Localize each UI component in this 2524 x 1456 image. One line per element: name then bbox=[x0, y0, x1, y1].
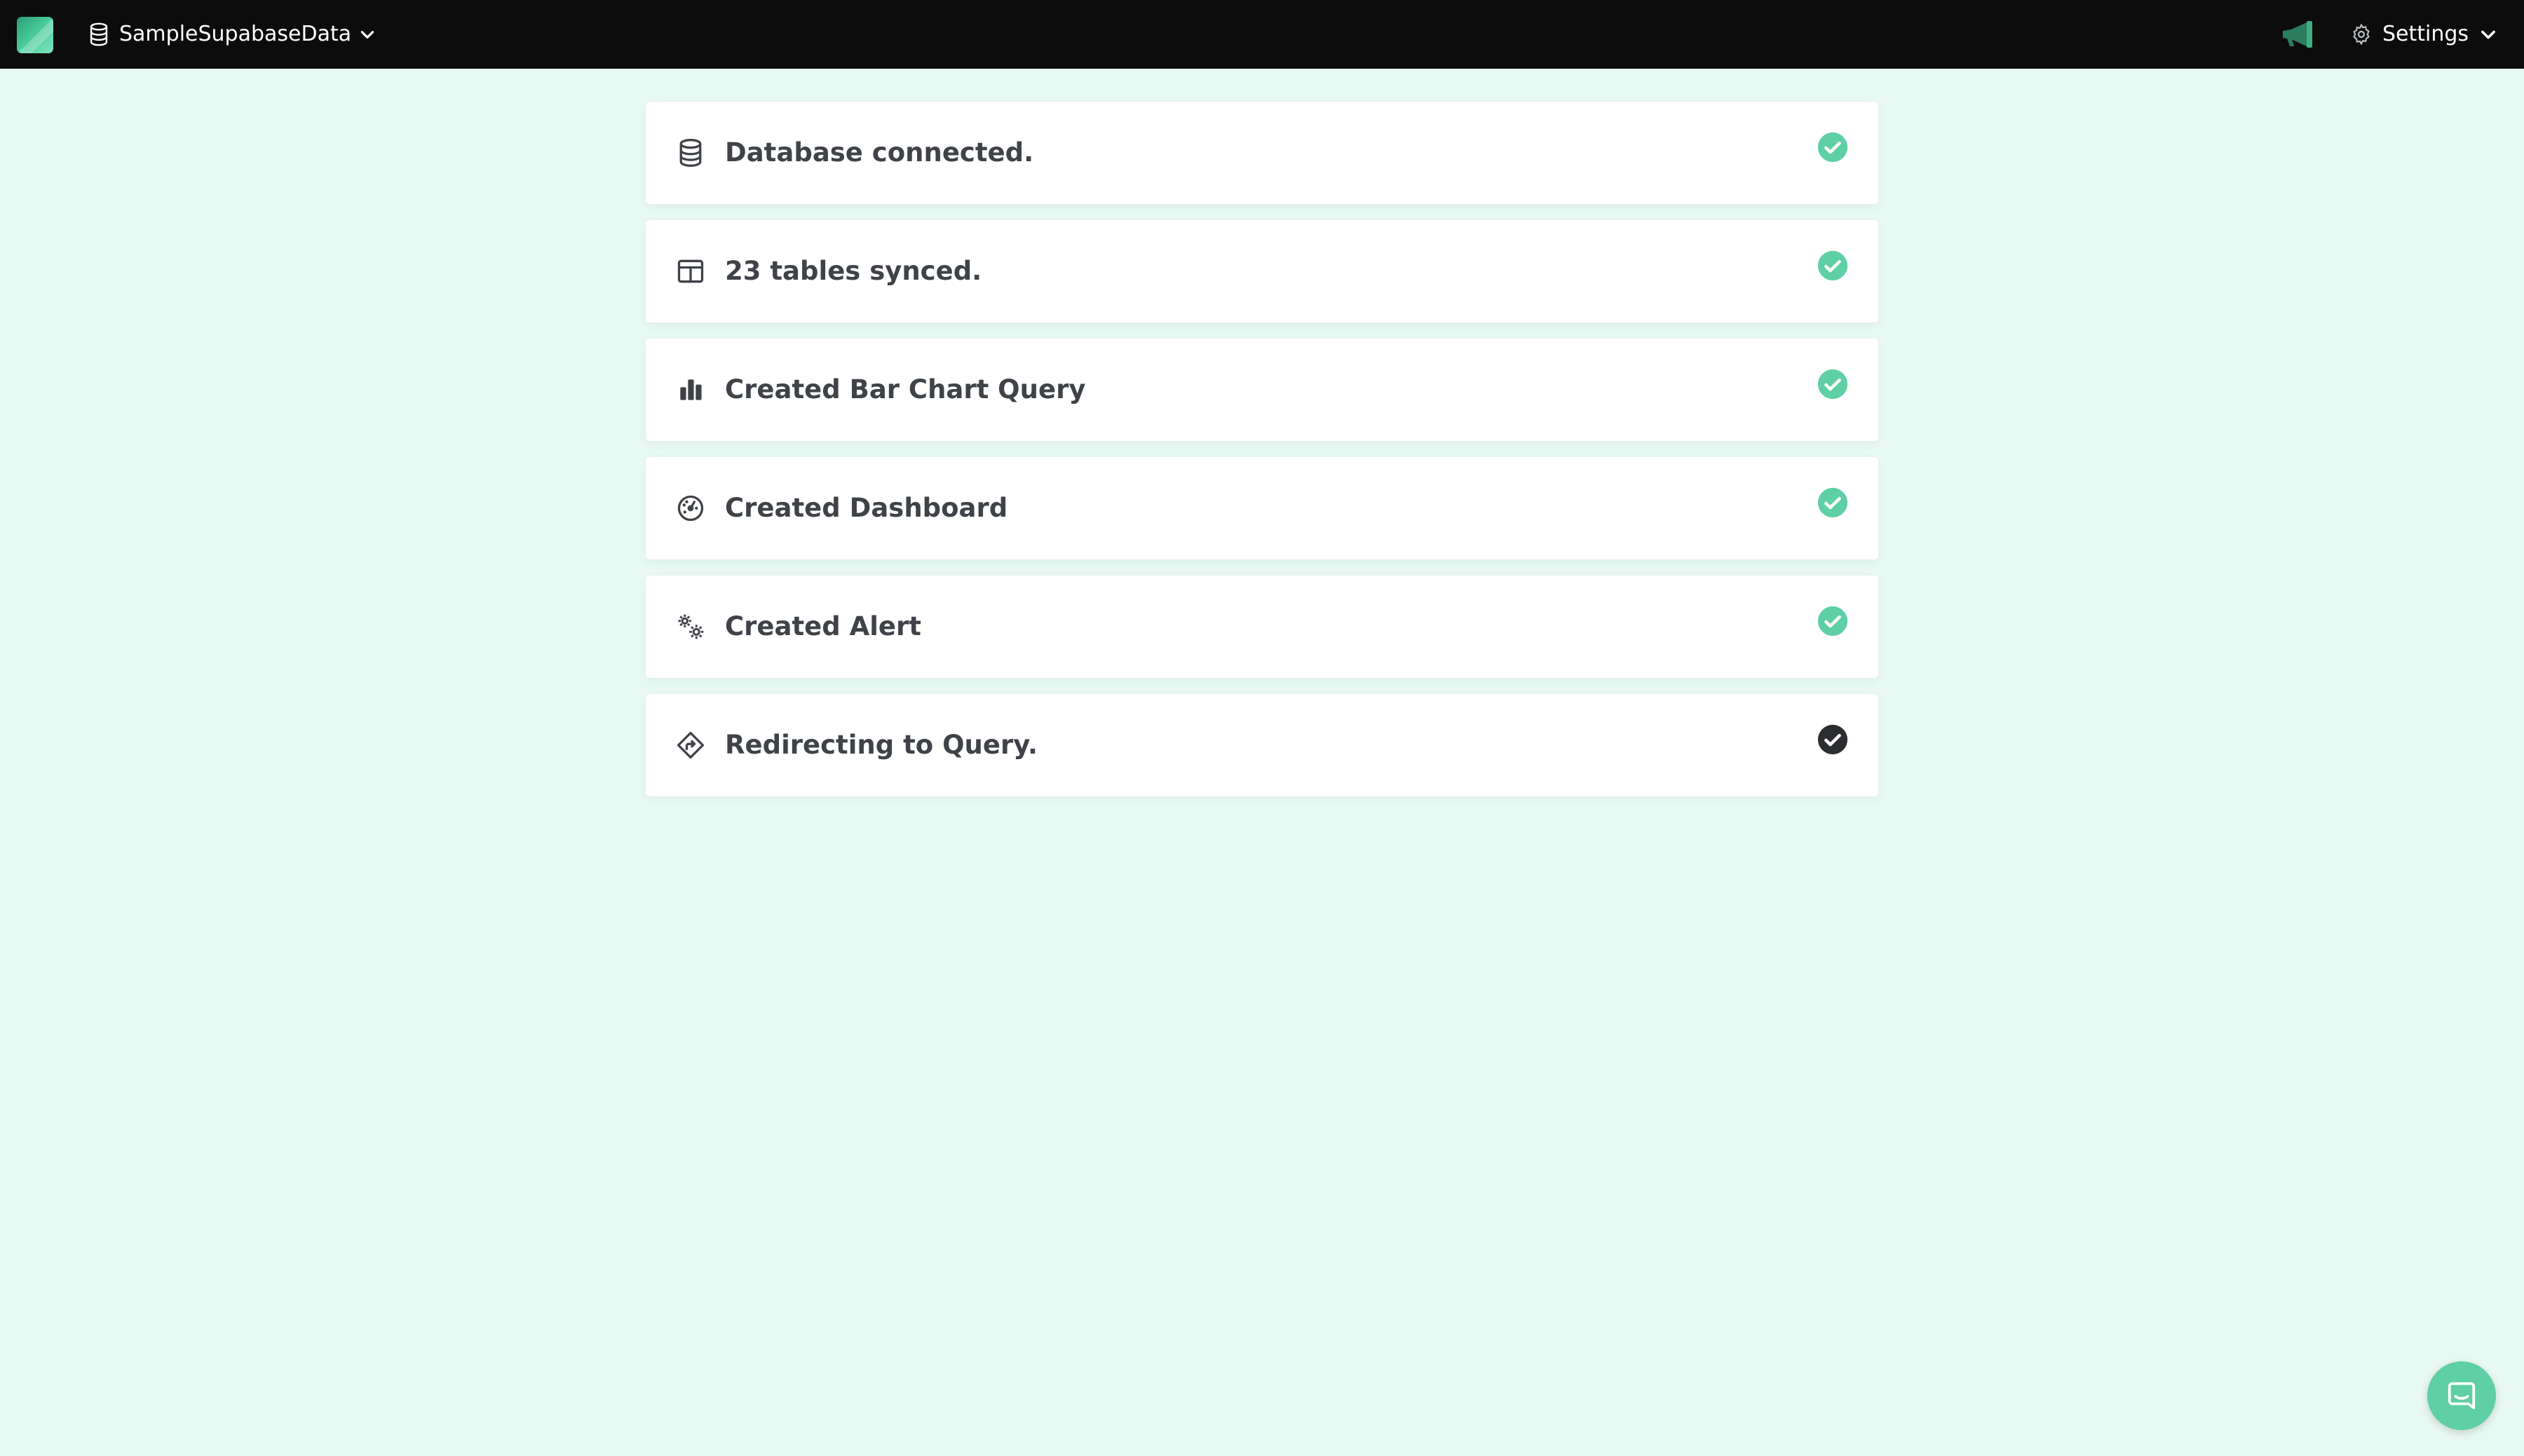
chevron-down-icon bbox=[360, 31, 374, 39]
check-circle-icon bbox=[1817, 724, 1848, 755]
step-card: Created Alert bbox=[646, 576, 1878, 678]
step-label: Redirecting to Query. bbox=[725, 730, 1038, 760]
check-circle-icon bbox=[1817, 250, 1848, 281]
step-card: Redirecting to Query. bbox=[646, 694, 1878, 796]
check-circle-icon bbox=[1817, 487, 1848, 518]
database-name: SampleSupabaseData bbox=[119, 22, 352, 46]
redirect-diamond-icon bbox=[677, 731, 705, 759]
top-nav-bar: SampleSupabaseData Settings bbox=[0, 0, 2524, 69]
check-circle-icon bbox=[1817, 132, 1848, 163]
chat-icon bbox=[2448, 1382, 2476, 1410]
settings-label: Settings bbox=[2382, 22, 2469, 46]
step-label: Database connected. bbox=[725, 137, 1034, 168]
database-icon bbox=[679, 139, 702, 167]
gears-icon bbox=[678, 614, 704, 639]
table-icon bbox=[677, 259, 704, 283]
chevron-down-icon bbox=[2481, 30, 2495, 39]
step-label: Created Dashboard bbox=[725, 493, 1008, 523]
check-circle-icon bbox=[1817, 606, 1848, 637]
chat-launcher-button[interactable] bbox=[2427, 1361, 2496, 1430]
check-circle-icon bbox=[1817, 369, 1848, 400]
app-logo[interactable] bbox=[17, 17, 53, 53]
onboarding-steps-list: Database connected. 23 tables synced. Cr… bbox=[646, 102, 1878, 812]
step-card: Created Bar Chart Query bbox=[646, 339, 1878, 441]
megaphone-icon[interactable] bbox=[2280, 20, 2315, 49]
step-label: Created Bar Chart Query bbox=[725, 374, 1086, 404]
settings-menu[interactable]: Settings bbox=[2350, 18, 2498, 50]
database-icon bbox=[90, 22, 108, 46]
step-card: Created Dashboard bbox=[646, 457, 1878, 559]
step-card: 23 tables synced. bbox=[646, 220, 1878, 322]
dashboard-gauge-icon bbox=[677, 495, 704, 522]
gear-icon bbox=[2353, 23, 2370, 46]
step-card: Database connected. bbox=[646, 102, 1878, 204]
step-label: 23 tables synced. bbox=[725, 256, 982, 286]
database-selector[interactable]: SampleSupabaseData bbox=[88, 18, 376, 50]
bar-chart-icon bbox=[680, 379, 702, 400]
step-label: Created Alert bbox=[725, 611, 921, 641]
